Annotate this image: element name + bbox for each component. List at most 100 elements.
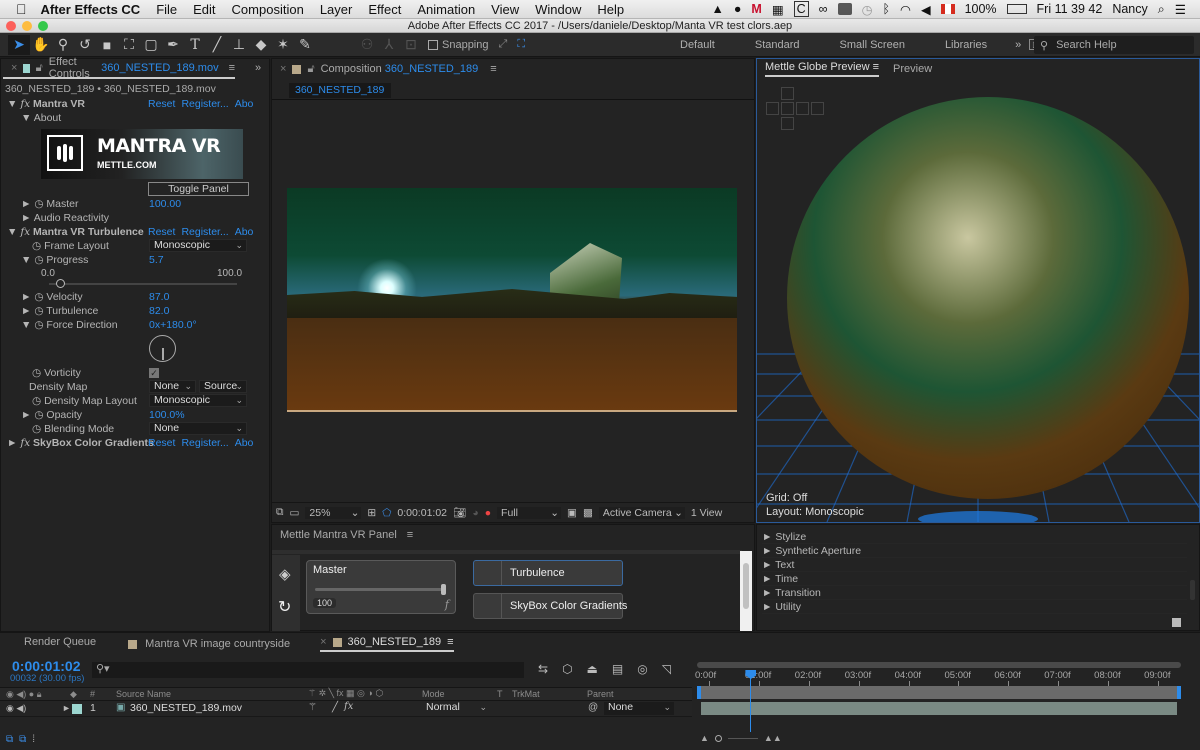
monitor-icon[interactable]: ▭ [290, 507, 300, 519]
preview-tab[interactable]: Preview [893, 63, 932, 75]
quality-switch-icon[interactable]: ╱ [332, 702, 338, 713]
workspace-default[interactable]: Default [660, 39, 735, 51]
region-of-interest-icon[interactable]: ▣ [567, 507, 577, 519]
toggle-panel-button[interactable]: Toggle Panel [148, 182, 249, 196]
search-help-input[interactable]: ⚲ Search Help [1034, 36, 1194, 54]
c-icon[interactable]: C [793, 1, 809, 17]
effects-category-time[interactable]: ► Time [762, 572, 1187, 586]
frame-blending-icon[interactable]: ▤ [612, 662, 623, 676]
clock[interactable]: Fri 11 39 42 [1037, 2, 1103, 16]
master-slider-track[interactable] [315, 588, 445, 591]
master-value[interactable]: 100.00 [149, 197, 181, 211]
mantra-panel-tab[interactable]: Mettle Mantra VR Panel ≡ [272, 525, 754, 545]
layer-source-name[interactable]: 360_NESTED_189.mov [130, 702, 242, 714]
creative-cloud-icon[interactable]: ∞ [819, 2, 828, 16]
layer-switches-toggle-icon[interactable]: ⧉ [6, 734, 13, 745]
stopwatch-icon[interactable]: ◷ [32, 367, 41, 379]
comp-flowchart-icon[interactable]: ⇆ [538, 662, 548, 676]
zoom-tool-icon[interactable]: ⚲ [52, 35, 74, 55]
workspace-small-screen[interactable]: Small Screen [820, 39, 925, 51]
user-name[interactable]: Nancy [1112, 2, 1147, 16]
shy-layers-icon[interactable]: ⏏ [587, 662, 598, 676]
workspace-overflow[interactable]: » [1007, 39, 1029, 51]
density-map-dropdown[interactable]: None ⌄ [149, 380, 196, 393]
flag-canada-icon[interactable] [940, 4, 955, 14]
effects-scrollbar[interactable] [1190, 580, 1195, 600]
show-snapshot-icon[interactable]: ◕ [472, 507, 478, 519]
panel-menu-icon[interactable]: ≡ [873, 61, 879, 73]
effect-controls-tab[interactable]: × 🔓︎ Effect Controls 360_NESTED_189.mov … [3, 56, 235, 80]
always-preview-icon[interactable]: ⧉ [276, 506, 284, 519]
globe-preview-tab[interactable]: Mettle Globe Preview ≡ [765, 61, 880, 77]
register-link[interactable]: Register... [181, 226, 228, 238]
zoom-out-icon[interactable]: ▲ [700, 733, 709, 743]
register-link[interactable]: Register... [181, 98, 228, 110]
brush-tool-icon[interactable]: ╱ [206, 35, 228, 55]
safe-zones-icon[interactable]: ⊞ [367, 507, 376, 519]
composition-tab[interactable]: × 🔓︎ Composition 360_NESTED_189 ≡ [272, 59, 754, 79]
visibility-toggle-icon[interactable]: ◉ ◀) [6, 703, 26, 714]
source-name-column-header[interactable]: Source Name [116, 689, 171, 699]
menu-file[interactable]: File [148, 2, 185, 17]
expand-layer-icon[interactable]: ► [62, 703, 71, 713]
fx-icon[interactable]: fx [20, 437, 30, 449]
composition-viewer-frame[interactable] [287, 188, 737, 412]
graph-editor-icon[interactable]: ◹ [662, 662, 671, 676]
effects-category-text[interactable]: ► Text [762, 558, 1187, 572]
refresh-icon[interactable]: ↻ [278, 597, 291, 617]
zoom-window-button[interactable] [38, 21, 48, 31]
clone-stamp-tool-icon[interactable]: ⊥ [228, 35, 250, 55]
hand-tool-icon[interactable]: ✋ [30, 35, 52, 55]
new-folder-icon[interactable] [1172, 618, 1181, 627]
volume-icon[interactable]: ◀ [921, 2, 931, 17]
menu-window[interactable]: Window [527, 2, 589, 17]
reset-link[interactable]: Reset [148, 98, 175, 110]
register-link[interactable]: Register... [181, 437, 228, 449]
density-map-source-dropdown[interactable]: Source ⌄ [199, 380, 247, 393]
stopwatch-icon[interactable]: ◷ [34, 198, 43, 210]
selection-tool-icon[interactable]: ➤ [8, 34, 30, 55]
film-icon[interactable]: ▦ [772, 2, 784, 17]
cube-map-layout-icon[interactable] [766, 87, 826, 132]
minimize-window-button[interactable] [22, 21, 32, 31]
progress-slider-thumb[interactable] [55, 279, 65, 288]
menu-app-name[interactable]: After Effects CC [35, 2, 149, 17]
composition-subtab[interactable]: 360_NESTED_189 [289, 83, 391, 98]
effects-category-synthetic-aperture[interactable]: ► Synthetic Aperture [762, 544, 1187, 558]
stopwatch-icon[interactable]: ◷ [34, 254, 43, 266]
panel-menu-icon[interactable]: ≡ [490, 63, 496, 75]
progress-property[interactable]: ▼ ◷ Progress 5.7 [1, 253, 256, 267]
snapshot-icon[interactable]: 📷︎ [453, 506, 466, 519]
tab-360-nested-189[interactable]: × 360_NESTED_189 ≡ [320, 636, 454, 652]
mantra-vr-banner[interactable]: MANTRA VR METTLE.COM [41, 129, 243, 179]
velocity-value[interactable]: 87.0 [149, 290, 169, 304]
audio-reactivity-group[interactable]: ► Audio Reactivity [1, 211, 256, 225]
close-tab-icon[interactable]: × [320, 636, 326, 648]
type-tool-icon[interactable]: T [184, 35, 206, 55]
time-ruler[interactable]: 0:00f 01:00f 02:00f 03:00f 04:00f 05:00f 06:00… [695, 668, 1181, 686]
panel-menu-icon[interactable]: ≡ [229, 62, 235, 74]
lock-icon[interactable]: 🔓︎ [36, 62, 43, 75]
effect-mantra-vr[interactable]: ▼ fx Mantra VR Reset Register... Abo [1, 97, 256, 111]
force-direction-value[interactable]: 0x+180.0° [149, 318, 197, 332]
timeline-zoom-control[interactable]: ▲ ▲▲ [700, 733, 782, 743]
layers-icon[interactable]: ◈ [279, 565, 291, 583]
apple-icon[interactable]:  [0, 1, 35, 17]
fx-icon[interactable]: fx [20, 98, 30, 110]
roto-brush-tool-icon[interactable]: ✶ [272, 35, 294, 55]
effects-category-transition[interactable]: ► Transition [762, 586, 1187, 600]
pen-tool-icon[interactable]: ✒ [162, 35, 184, 55]
camera-tool-icon[interactable]: ■ [96, 35, 118, 55]
transfer-controls-toggle-icon[interactable]: ⧉ [19, 734, 26, 745]
menu-view[interactable]: View [483, 2, 527, 17]
close-tab-icon[interactable]: × [280, 63, 286, 75]
zoom-slider-thumb[interactable] [714, 734, 722, 742]
stopwatch-icon[interactable]: ◷ [32, 423, 41, 435]
zoom-in-icon[interactable]: ▲▲ [764, 733, 782, 743]
stopwatch-icon[interactable]: ◷ [32, 395, 41, 407]
reset-link[interactable]: Reset [148, 437, 175, 449]
force-direction-dial[interactable] [149, 335, 176, 362]
frame-layout-dropdown[interactable]: Monoscopic ⌄ [149, 239, 247, 252]
effect-skybox-color-gradients[interactable]: ► fx SkyBox Color Gradients Reset Registe… [1, 436, 256, 450]
expression-icon[interactable]: f [445, 598, 449, 611]
